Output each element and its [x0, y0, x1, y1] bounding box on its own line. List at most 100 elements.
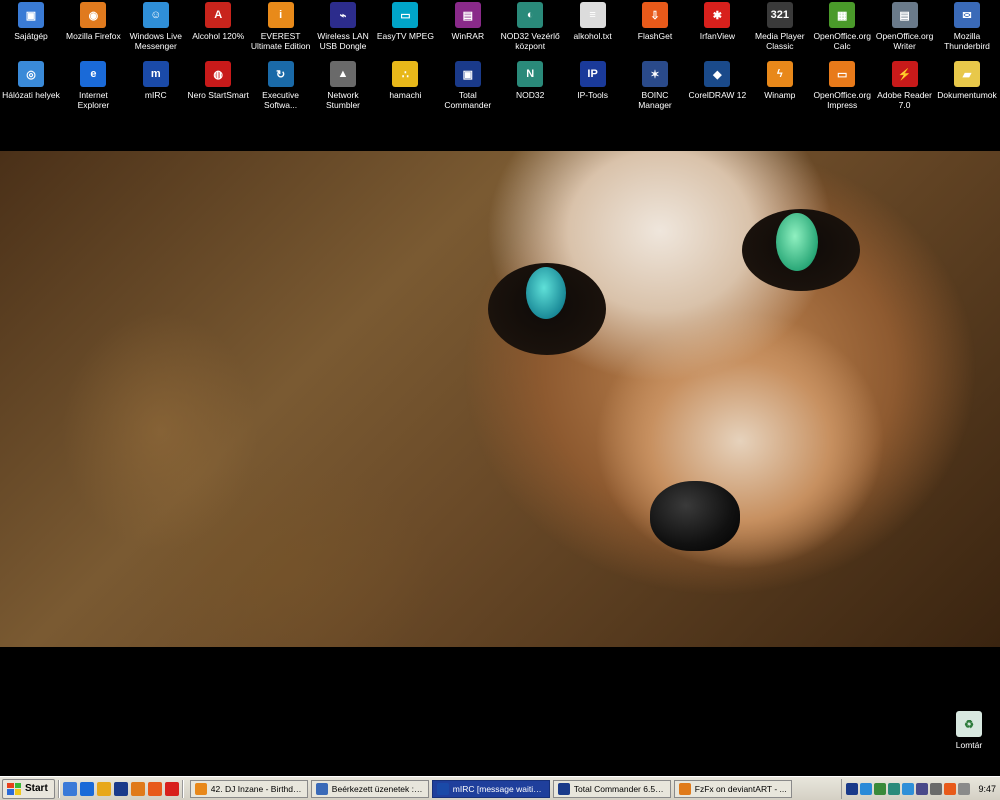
- desktop-icon[interactable]: ✉ Mozilla Thunderbird: [936, 2, 998, 51]
- desktop-icon[interactable]: ⌁ Wireless LAN USB Dongle: [312, 2, 374, 51]
- desktop-icon-label: IrfanView: [699, 31, 736, 41]
- wallpaper-fox-right-eye-shine: [776, 213, 818, 271]
- desktop-icon-label: Mozilla Thunderbird: [944, 31, 990, 51]
- taskbar: Start 42. DJ Inzane - Birthda... Beérkeze…: [0, 776, 1000, 800]
- desktop-icon[interactable]: IP IP-Tools: [562, 61, 624, 100]
- desktop-icon[interactable]: ▤ WinRAR: [437, 2, 499, 41]
- desktop-icon[interactable]: A Alcohol 120%: [187, 2, 249, 41]
- desktop-icon[interactable]: ↻ Executive Softwa...: [250, 61, 312, 110]
- desktop-icon[interactable]: ▭ OpenOffice.org Impress: [811, 61, 873, 110]
- recycle-bin[interactable]: ♻ Lomtár: [942, 711, 996, 750]
- mirc-task-icon: [436, 782, 449, 795]
- firefox-quick-icon[interactable]: [130, 781, 145, 796]
- desktop-icon-label: Dokumentumok: [937, 90, 997, 100]
- desktop-icon[interactable]: ◍ Nero StartSmart: [187, 61, 249, 100]
- taskbar-button-label: 42. DJ Inzane - Birthda...: [210, 783, 303, 794]
- desktop-icon[interactable]: ☺ Windows Live Messenger: [125, 2, 187, 51]
- desktop-icon[interactable]: ⇩ FlashGet: [624, 2, 686, 41]
- desktop-icon[interactable]: ϟ Winamp: [749, 61, 811, 100]
- desktop-icon-label: CorelDRAW 12: [688, 90, 747, 100]
- taskbar-button[interactable]: mIRC [message waiting...: [431, 779, 550, 798]
- tray-boinc-icon[interactable]: [930, 782, 943, 795]
- nod32-control-icon: ◐: [517, 2, 544, 28]
- desktop-icon-label: Internet Explorer: [77, 90, 110, 110]
- openoffice-impress-icon: ▭: [829, 61, 856, 87]
- desktop-icon-label: Hálózati helyek: [2, 90, 60, 100]
- desktop-icon-label: mIRC: [144, 90, 167, 100]
- desktop-icon-label: Network Stumbler: [325, 90, 360, 110]
- taskbar-button-label: mIRC [message waiting...: [452, 783, 545, 794]
- taskbar-button[interactable]: FzFx on deviantART - ...: [673, 779, 792, 798]
- desktop-icon[interactable]: ▦ OpenOffice.org Calc: [811, 2, 873, 51]
- desktop-icon[interactable]: ▣ Total Commander: [437, 61, 499, 110]
- total-commander-quick-icon[interactable]: [113, 781, 128, 796]
- desktop-icon[interactable]: ▣ Sajátgép: [0, 2, 62, 41]
- taskbar-button[interactable]: Beérkezett üzenetek : I...: [310, 779, 429, 798]
- desktop-icon[interactable]: ◐ NOD32 Vezérlő központ: [499, 2, 561, 51]
- tray-globe-icon[interactable]: [860, 782, 873, 795]
- show-desktop-icon[interactable]: [62, 781, 77, 796]
- nero-icon: ◍: [205, 61, 232, 87]
- tray-monitor-icon[interactable]: [916, 782, 929, 795]
- desktop-icon-label: OpenOffice.org Writer: [875, 31, 934, 51]
- start-button[interactable]: Start: [2, 778, 55, 799]
- desktop-icon[interactable]: ▤ OpenOffice.org Writer: [874, 2, 936, 51]
- tasks-separator: [181, 779, 184, 798]
- internet-explorer-quick-icon[interactable]: [79, 781, 94, 796]
- desktop-icon-label: WinRAR: [451, 31, 485, 41]
- desktop-icon[interactable]: ⚡ Adobe Reader 7.0: [874, 61, 936, 110]
- internet-explorer-icon: e: [80, 61, 107, 87]
- tray-network-icon[interactable]: [874, 782, 887, 795]
- desktop-icon-label: Winamp: [764, 90, 796, 100]
- tray-messenger-icon[interactable]: [902, 782, 915, 795]
- desktop-icon-label: EVEREST Ultimate Edition: [250, 31, 311, 51]
- everest-icon: i: [267, 2, 294, 28]
- desktop-icon[interactable]: ◉ Mozilla Firefox: [62, 2, 124, 41]
- desktop-icon[interactable]: ✱ IrfanView: [686, 2, 748, 41]
- thunderbird-task-icon: [315, 782, 328, 795]
- desktop-icon[interactable]: ∴ hamachi: [374, 61, 436, 100]
- taskbar-button[interactable]: Total Commander 6.55 ...: [552, 779, 671, 798]
- desktop-icon-label: Windows Live Messenger: [129, 31, 183, 51]
- winamp-icon: ϟ: [766, 61, 793, 87]
- desktop-icon[interactable]: m mIRC: [125, 61, 187, 100]
- desktop-icon[interactable]: ▭ EasyTV MPEG: [374, 2, 436, 41]
- firefox-task-icon: [678, 782, 691, 795]
- desktop-icon[interactable]: 321 Media Player Classic: [749, 2, 811, 51]
- irfanview-quick-icon[interactable]: [164, 781, 179, 796]
- firefox-icon: ◉: [80, 2, 107, 28]
- desktop-icon-label: hamachi: [389, 90, 422, 100]
- desktop-icon[interactable]: N NOD32: [499, 61, 561, 100]
- taskbar-button[interactable]: 42. DJ Inzane - Birthda...: [189, 779, 308, 798]
- tray-h-icon[interactable]: [846, 782, 859, 795]
- desktop-icon-label: BOINC Manager: [638, 90, 672, 110]
- desktop-icon[interactable]: ✶ BOINC Manager: [624, 61, 686, 110]
- coreldraw-icon: ◆: [704, 61, 731, 87]
- adobe-reader-icon: ⚡: [891, 61, 918, 87]
- tray-nod32-icon[interactable]: [888, 782, 901, 795]
- desktop-icon[interactable]: e Internet Explorer: [62, 61, 124, 110]
- wallpaper: [0, 151, 1000, 647]
- desktop-icon-label: NOD32 Vezérlő központ: [500, 31, 560, 51]
- desktop-icon[interactable]: ◆ CorelDRAW 12: [686, 61, 748, 100]
- desktop-icon[interactable]: ▰ Dokumentumok: [936, 61, 998, 100]
- desktop-icon[interactable]: ≡ alkohol.txt: [562, 2, 624, 41]
- flashget-icon: ⇩: [642, 2, 668, 28]
- nod32-icon: N: [517, 61, 544, 87]
- my-documents-icon: ▰: [954, 61, 980, 87]
- alcohol-icon: A: [205, 2, 232, 28]
- desktop-icon[interactable]: i EVEREST Ultimate Edition: [250, 2, 312, 51]
- clock[interactable]: 9:47: [978, 784, 996, 794]
- media-player-quick-icon[interactable]: [96, 781, 111, 796]
- tray-volume-icon[interactable]: [958, 782, 971, 795]
- mirc-icon: m: [142, 61, 169, 87]
- total-commander-icon: ▣: [454, 61, 481, 87]
- desktop-icon[interactable]: ▲ Network Stumbler: [312, 61, 374, 110]
- recycle-bin-icon: ♻: [956, 711, 982, 737]
- flashget-quick-icon[interactable]: [147, 781, 162, 796]
- tray-flashget-icon[interactable]: [944, 782, 957, 795]
- winamp-task-icon: [194, 782, 207, 795]
- desktop-icon[interactable]: ◎ Hálózati helyek: [0, 61, 62, 100]
- wallpaper-fox-left-eye-shine: [526, 267, 566, 319]
- wallpaper-fox-face: [320, 151, 1000, 647]
